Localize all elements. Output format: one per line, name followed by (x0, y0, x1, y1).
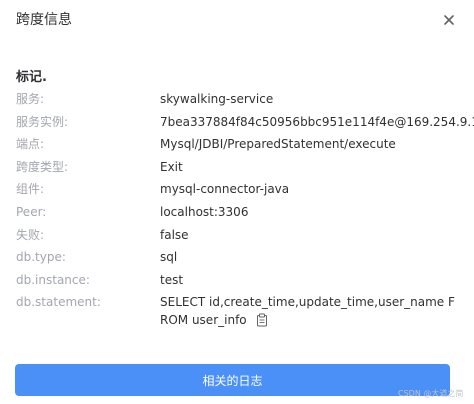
row-endpoint: 端点: Mysql/JDBI/PreparedStatement/execute (0, 133, 474, 156)
row-service: 服务: skywalking-service (0, 88, 474, 111)
row-value: false (160, 227, 189, 242)
close-icon[interactable] (440, 11, 458, 29)
row-value-statement: SELECT id,create_time,update_time,user_n… (160, 293, 456, 329)
related-logs-button[interactable]: 相关的日志 (15, 364, 450, 396)
row-value: 7bea337884f84c50956bbc951e114f4e@169.254… (160, 114, 474, 129)
tag-list: 服务: skywalking-service 服务实例: 7bea337884f… (0, 88, 474, 335)
row-value: localhost:3306 (160, 204, 249, 219)
row-label: 跨度类型: (16, 159, 69, 174)
row-label: db.statement: (16, 295, 101, 310)
clipboard-icon[interactable] (255, 313, 269, 327)
row-label: db.type: (16, 250, 66, 265)
row-value: mysql-connector-java (160, 182, 290, 197)
row-label: 端点: (16, 137, 45, 152)
watermark: CSDN @大道之简 (398, 389, 464, 398)
row-label: 组件: (16, 182, 45, 197)
row-span-type: 跨度类型: Exit (0, 156, 474, 179)
span-info-dialog: 跨度信息 标记. 服务: skywalking-service 服务实例: 7b… (0, 0, 474, 404)
row-error: 失败: false (0, 224, 474, 247)
row-db-statement: db.statement: SELECT id,create_time,upda… (0, 291, 474, 335)
row-label: 失败: (16, 227, 45, 242)
row-label: db.instance: (16, 272, 90, 287)
row-value: skywalking-service (160, 92, 274, 106)
row-value: sql (160, 250, 178, 265)
row-value: Mysql/JDBI/PreparedStatement/execute (160, 137, 396, 152)
row-component: 组件: mysql-connector-java (0, 178, 474, 201)
row-peer: Peer: localhost:3306 (0, 201, 474, 224)
dialog-title: 跨度信息 (16, 12, 72, 28)
row-db-instance: db.instance: test (0, 269, 474, 292)
row-label: Peer: (16, 204, 47, 219)
section-title-tags: 标记. (16, 70, 47, 85)
dialog-header: 跨度信息 (0, 0, 474, 40)
row-value: test (160, 272, 184, 287)
row-db-type: db.type: sql (0, 246, 474, 269)
row-service-instance: 服务实例: 7bea337884f84c50956bbc951e114f4e@1… (0, 111, 474, 134)
row-value: Exit (160, 159, 183, 174)
statement-text: SELECT id,create_time,update_time,user_n… (160, 295, 455, 328)
row-label: 服务实例: (16, 114, 69, 129)
row-label: 服务: (16, 92, 45, 106)
